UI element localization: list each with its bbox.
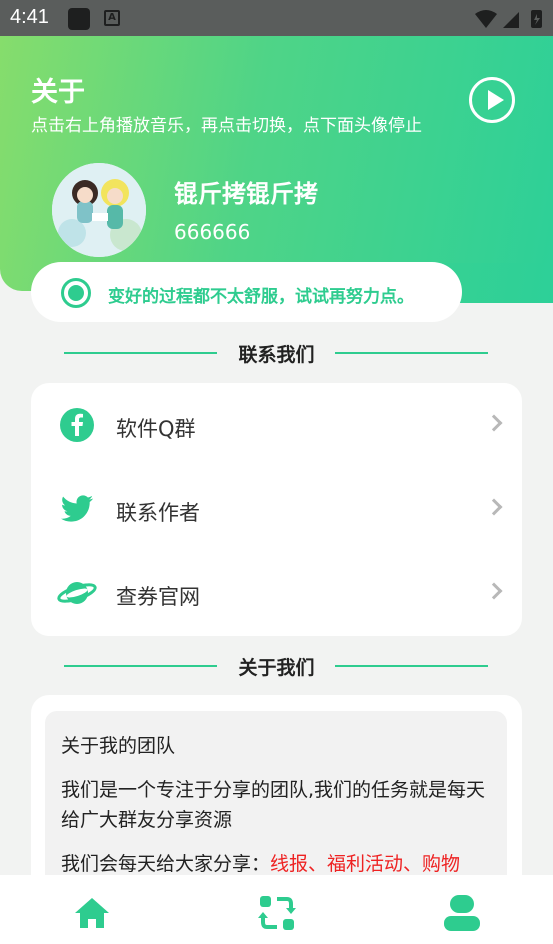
about-card: 关于我的团队 我们是一个专注于分享的团队,我们的任务就是每天给广大群友分享资源 … [31,695,522,895]
contact-item-website[interactable]: 查券官网 [31,551,522,635]
contact-item-author[interactable]: 联系作者 [31,467,522,551]
header-banner: 关于 点击右上角播放音乐，再点击切换，点下面头像停止 锟斤拷锟斤拷 666666 [0,36,553,303]
profile-icon[interactable] [442,893,482,933]
facebook-icon [60,408,94,442]
about-section-title: 关于我们 [0,651,553,681]
chevron-right-icon [485,498,503,516]
contact-item-label: 软件Q群 [116,417,196,441]
avatar[interactable] [52,163,146,257]
divider [335,352,488,354]
a-notification-icon: A [104,10,120,26]
about-highlight: 线报、福利活动、购物 [270,853,461,875]
about-content: 关于我的团队 我们是一个专注于分享的团队,我们的任务就是每天给广大群友分享资源 … [45,711,507,895]
profile-name: 锟斤拷锟斤拷 [174,180,318,208]
radio-dot-icon [61,278,91,308]
about-partial-prefix: 我们会每天给大家分享： [61,853,271,875]
page-title: 关于 [31,77,85,108]
contact-item-label: 查券官网 [116,585,200,609]
bottom-nav [0,875,553,944]
contact-section-title: 联系我们 [0,338,553,368]
chevron-right-icon [485,414,503,432]
status-bar: 4:41 A [0,0,553,36]
notification-icon [68,8,90,30]
divider [335,665,488,667]
contact-card: 软件Q群 联系作者 查券官网 [31,383,522,636]
contact-item-label: 联系作者 [116,501,200,525]
about-heading: 关于我的团队 [61,735,176,757]
play-music-icon[interactable] [469,77,515,123]
planet-icon [57,582,97,604]
chevron-right-icon [485,582,503,600]
about-paragraph: 我们是一个专注于分享的团队,我们的任务就是每天给广大群友分享资源 [61,779,486,831]
motto-text: 变好的过程都不太舒服，试试再努力点。 [108,287,414,307]
status-time: 4:41 [10,6,49,28]
avatar-image [52,163,146,257]
motto-banner: 变好的过程都不太舒服，试试再努力点。 [31,262,462,322]
profile-id: 666666 [174,220,251,244]
signal-battery-icons [475,10,542,28]
home-icon[interactable] [72,893,112,933]
page-subtitle: 点击右上角播放音乐，再点击切换，点下面头像停止 [31,116,422,136]
contact-item-qq-group[interactable]: 软件Q群 [31,383,522,467]
sync-icon[interactable] [257,893,297,933]
twitter-icon [60,495,93,522]
